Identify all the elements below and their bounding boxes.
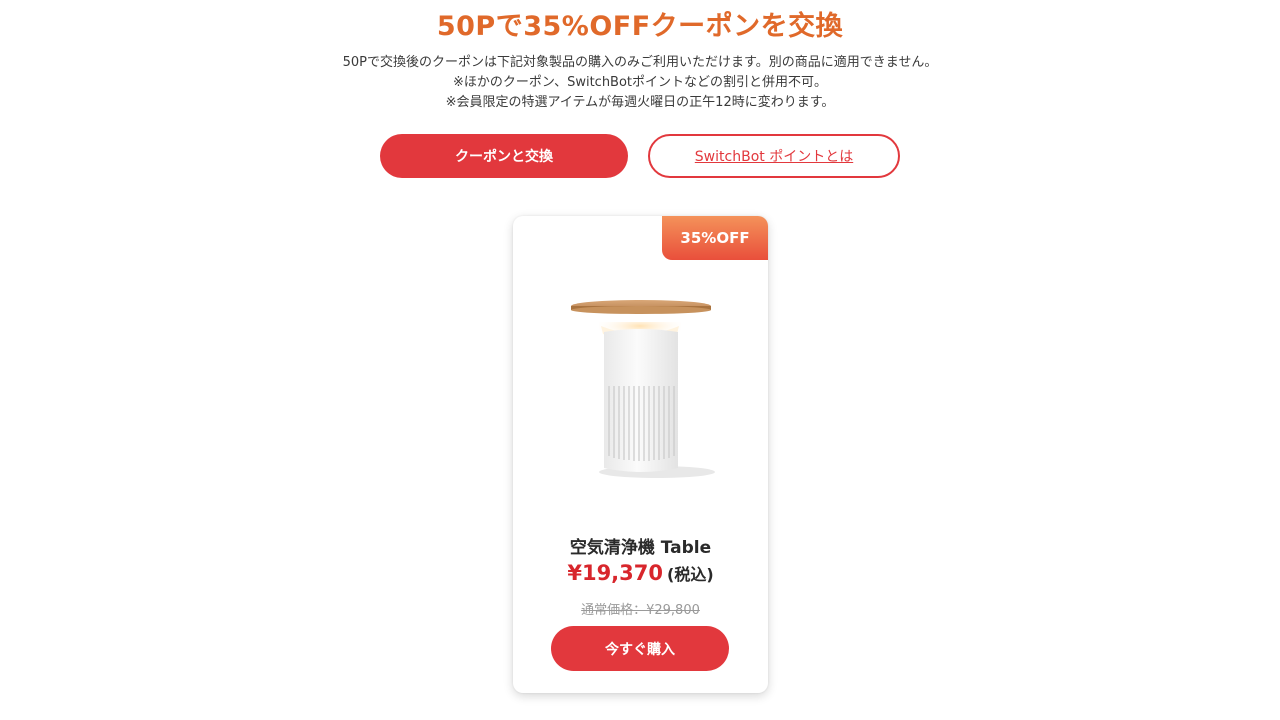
about-points-link[interactable]: SwitchBot ポイントとは [648, 134, 900, 178]
description-line-3: ※会員限定の特選アイテムが毎週火曜日の正午12時に変わります。 [445, 95, 835, 110]
exchange-coupon-button[interactable]: クーポンと交換 [380, 134, 628, 178]
price-row: ¥19,370 (税込) [513, 561, 768, 585]
page-title: 50Pで35%OFFクーポンを交換 [436, 11, 844, 42]
coupon-exchange-page: 50Pで35%OFFクーポンを交換 50Pで交換後のクーポンは下記対象製品の購入… [0, 0, 1280, 720]
discount-badge: 35%OFF [662, 216, 768, 260]
tax-note: (税込) [667, 565, 714, 584]
regular-price: 通常価格：¥29,800 [581, 603, 700, 618]
coupon-description: 50Pで交換後のクーポンは下記対象製品の購入のみご利用いただけます。別の商品に適… [0, 53, 1280, 113]
product-name[interactable]: 空気清浄機 Table [513, 533, 768, 558]
sale-price: ¥19,370 [567, 561, 663, 585]
description-line-1: 50Pで交換後のクーポンは下記対象製品の購入のみご利用いただけます。別の商品に適… [342, 55, 938, 70]
buy-now-button[interactable]: 今すぐ購入 [551, 626, 729, 671]
description-line-2: ※ほかのクーポン、SwitchBotポイントなどの割引と併用不可。 [452, 75, 828, 90]
product-card: 35%OFF 空気清浄機 Table ¥19,370 (税込) 通常価格：¥29… [513, 216, 768, 693]
product-image[interactable] [561, 286, 721, 486]
